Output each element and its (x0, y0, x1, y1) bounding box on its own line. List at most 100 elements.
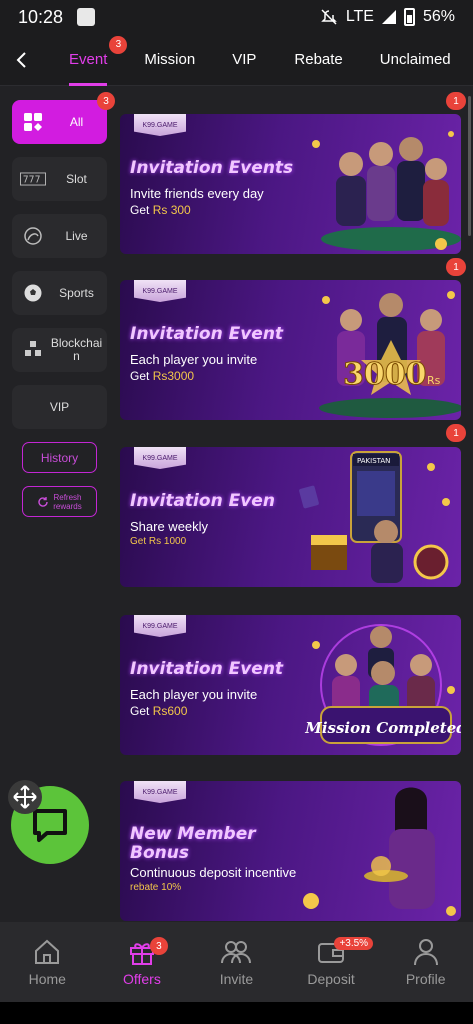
promo-banner[interactable]: K99.GAME Invitation Events Invite friend… (120, 114, 461, 254)
brand-tag: K99.GAME (134, 781, 186, 803)
tab-label: VIP (232, 51, 257, 68)
nav-invite[interactable]: Invite (196, 937, 276, 987)
top-tab-bar: Event 3 Mission VIP Rebate Unclaimed (0, 34, 473, 86)
slot-sign: PAKISTAN (357, 457, 390, 465)
grid-icon (20, 109, 46, 135)
tab-label: Unclaimed (379, 51, 451, 68)
banner-title: Invitation Events (130, 158, 294, 178)
category-label: VIP (49, 400, 70, 414)
new-member-illustration (303, 787, 456, 916)
back-button[interactable] (0, 34, 42, 86)
nav-label: Offers (122, 971, 161, 987)
reward-value: Rs600 (152, 704, 188, 718)
category-slot[interactable]: 777 Slot (12, 157, 107, 201)
promo-banner[interactable]: K99.GAME Invitation Even Share weekly Ge… (120, 447, 461, 587)
banner-badge: 1 (446, 424, 466, 442)
category-label: Slot (66, 171, 87, 186)
tab-event[interactable]: Event 3 (69, 34, 128, 86)
refresh-label-line1: Refresh (53, 492, 82, 502)
banner-reward: Get Rs3000 (130, 369, 194, 383)
slot-machine-illustration: PAKISTAN (299, 451, 450, 583)
mission-completed-illustration: Mission Completed (304, 624, 461, 746)
reward-value: Rs3000 (152, 369, 195, 383)
status-indicators: LTE 56% (320, 8, 455, 26)
jackpot-unit: Rs (427, 374, 441, 387)
brand-tag: K99.GAME (134, 615, 186, 637)
nav-deposit[interactable]: Deposit +3.5% (291, 937, 374, 987)
casino-table-illustration (312, 131, 461, 251)
brand-tag: K99.GAME (134, 280, 186, 302)
soccer-ball-icon (20, 280, 46, 306)
scrollbar[interactable] (468, 96, 471, 236)
category-blockchain[interactable]: Blockchain (12, 328, 107, 372)
drag-move-icon[interactable] (8, 780, 42, 814)
category-vip[interactable]: VIP (12, 385, 107, 429)
brand-tag: K99.GAME (134, 114, 186, 136)
banner-title: New Member Bonus (130, 824, 256, 863)
battery-level: 56% (422, 8, 455, 25)
mission-completed-label: Mission Completed (304, 719, 461, 737)
tab-label: Mission (144, 51, 196, 68)
signal-icon (381, 10, 396, 24)
history-label: History (40, 450, 79, 465)
banner-reward: rebate 10% (130, 882, 181, 893)
invite-users-icon (221, 941, 252, 964)
refresh-icon (38, 496, 48, 507)
nav-label: Profile (405, 971, 446, 987)
category-sidebar: All 3 777 Slot Live Sports Blockchain VI… (12, 92, 115, 530)
banner-subtitle: Share weekly (130, 519, 209, 534)
chat-bubble-icon (33, 809, 67, 842)
category-label: Live (65, 228, 88, 243)
banner-badge: 1 (446, 258, 466, 276)
reward-value: Rs 300 (152, 203, 191, 217)
slot-777-icon: 777 (20, 166, 46, 192)
chevron-left-icon (16, 51, 26, 68)
tab-rebate[interactable]: Rebate (294, 34, 342, 86)
banner-title: Invitation Event (130, 659, 284, 679)
tab-label: Event (69, 51, 108, 68)
tab-vip[interactable]: VIP (232, 34, 256, 86)
reward-value: Get Rs 1000 (130, 536, 187, 547)
tab-unclaimed[interactable]: Unclaimed (380, 34, 451, 86)
banner-subtitle: Continuous deposit incentive (130, 865, 297, 880)
svg-text:777: 777 (23, 175, 41, 186)
jackpot-3000-illustration: 3000 Rs (319, 291, 461, 418)
history-button[interactable]: History (22, 442, 97, 473)
tab-mission[interactable]: Mission (144, 34, 195, 86)
category-sports[interactable]: Sports (12, 271, 107, 315)
nav-label: Home (28, 971, 66, 987)
status-bar: 10:28 LTE 56% (0, 0, 473, 34)
refresh-label-line2: rewards (53, 501, 82, 511)
promo-banner[interactable]: K99.GAME Invitation Event Each player yo… (120, 280, 461, 420)
reward-prefix: Get (130, 369, 153, 383)
banner-badge: 1 (446, 92, 466, 110)
nav-offers[interactable]: Offers 3 (102, 937, 182, 987)
nav-home[interactable]: Home (7, 937, 87, 987)
status-time: 10:28 (18, 6, 64, 27)
brand-tag: K99.GAME (134, 447, 186, 469)
reward-value: rebate 10% (130, 882, 182, 893)
refresh-rewards-button[interactable]: Refresh rewards (22, 486, 97, 517)
live-dealer-icon (20, 223, 46, 249)
reward-prefix: Get (130, 203, 153, 217)
promo-banner[interactable]: K99.GAME New Member Bonus Continuous dep… (120, 781, 461, 921)
nav-profile[interactable]: Profile (386, 937, 466, 987)
category-label: Sports (59, 285, 94, 300)
blockchain-icon (20, 337, 46, 363)
banner-subtitle: Each player you invite (130, 352, 258, 367)
banner-title: Invitation Event (130, 324, 284, 344)
category-badge: 3 (97, 92, 115, 110)
nav-badge: 3 (149, 937, 168, 955)
home-icon (35, 939, 60, 964)
nav-label: Deposit (307, 971, 355, 987)
banner-title: Invitation Even (130, 491, 275, 511)
category-all[interactable]: All 3 (12, 92, 115, 144)
category-label: All (69, 114, 84, 129)
tab-badge: 3 (109, 35, 128, 54)
nav-label: Invite (219, 971, 254, 987)
category-live[interactable]: Live (12, 214, 107, 258)
banner-subtitle: Each player you invite (130, 687, 258, 702)
tab-label: Rebate (294, 51, 343, 68)
battery-icon (403, 8, 415, 26)
promo-banner[interactable]: K99.GAME Invitation Event Each player yo… (120, 615, 461, 755)
